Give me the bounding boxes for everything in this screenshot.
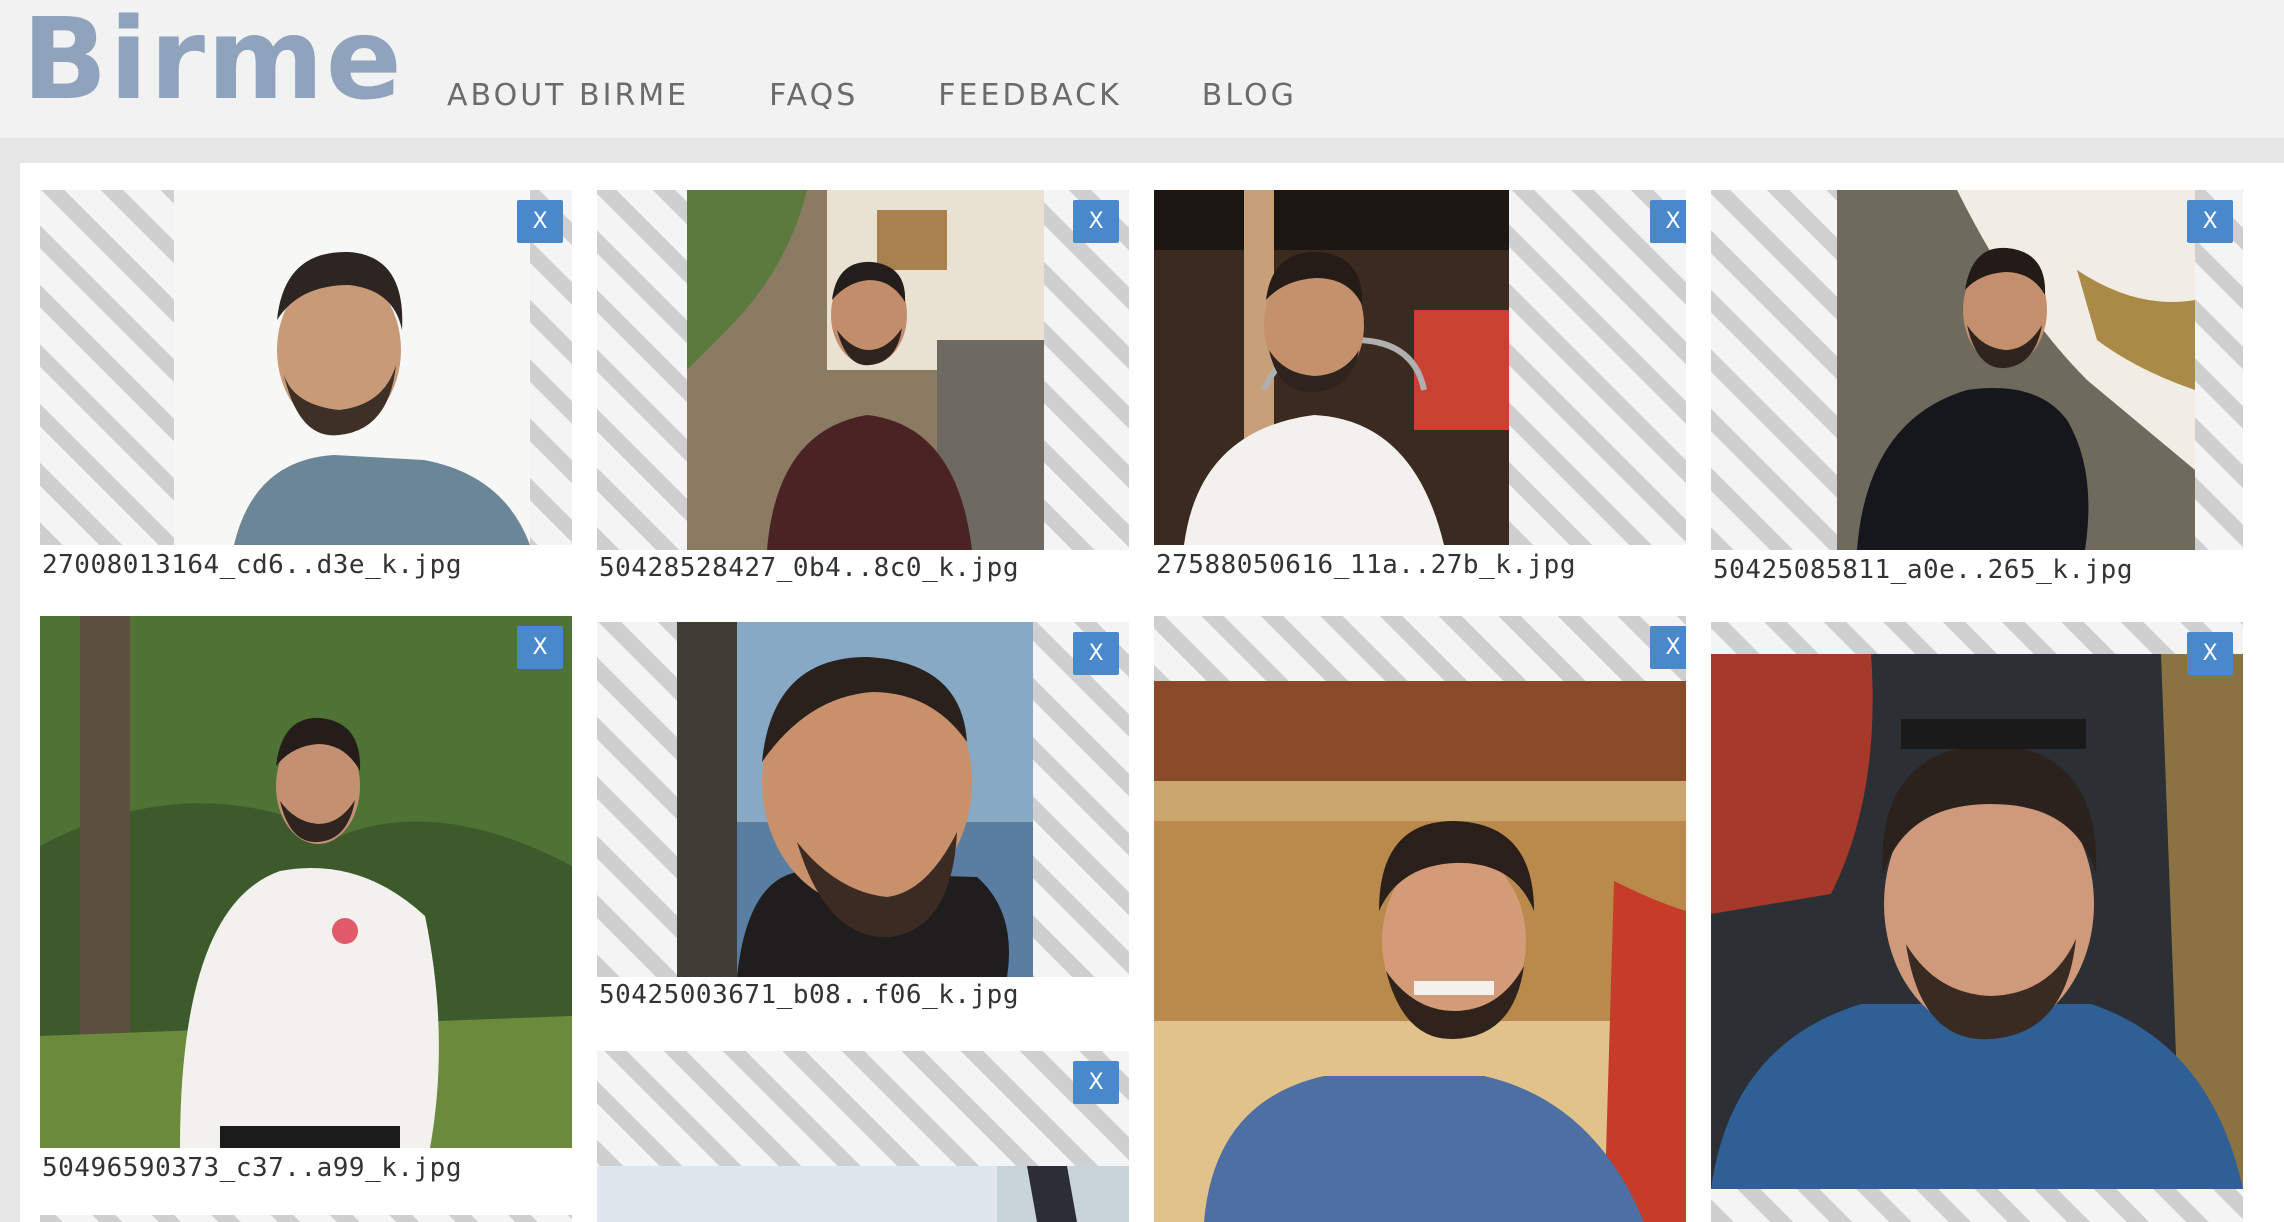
image-card: X 27588050616_11a..27b_k.jpg xyxy=(1154,190,1686,600)
image-filename: 50496590373_c37..a99_k.jpg xyxy=(42,1153,462,1183)
image-card: X 27008013164_cd6..d3e_k.jpg xyxy=(40,190,572,600)
image-thumbnail: X xyxy=(40,190,572,545)
image-thumbnail: X xyxy=(597,622,1129,977)
image-card: X 50425085811_a0e..265_k.jpg xyxy=(1711,190,2243,600)
header: Birme ABOUT BIRME FAQS FEEDBACK BLOG xyxy=(0,0,2284,138)
image-card: X xyxy=(597,1051,1129,1222)
image-filename: 50425003671_b08..f06_k.jpg xyxy=(599,980,1019,1010)
portrait-photo xyxy=(1837,190,2195,550)
remove-image-button[interactable]: X xyxy=(1650,626,1686,669)
image-card: X 50425003671_b08..f06_k.jpg xyxy=(597,622,1129,1022)
nav-blog[interactable]: BLOG xyxy=(1202,78,1297,113)
nav-feedback[interactable]: FEEDBACK xyxy=(938,78,1121,113)
remove-image-button[interactable]: X xyxy=(517,626,563,669)
image-card: X 50428528427_0b4..8c0_k.jpg xyxy=(597,190,1129,600)
portrait-photo xyxy=(687,190,1044,550)
image-filename: 50428528427_0b4..8c0_k.jpg xyxy=(599,553,1019,583)
portrait-photo xyxy=(1154,681,1686,1222)
portrait-photo xyxy=(174,190,530,545)
image-card: X 50496590373_c37..a99_k.jpg xyxy=(40,616,572,1183)
image-filename: 50425085811_a0e..265_k.jpg xyxy=(1713,555,2133,585)
image-thumbnail: X xyxy=(597,1051,1129,1222)
remove-image-button[interactable]: X xyxy=(1073,200,1119,243)
portrait-photo xyxy=(677,622,1033,977)
image-card xyxy=(40,1215,572,1222)
image-thumbnail: X xyxy=(1154,190,1686,545)
image-filename: 27588050616_11a..27b_k.jpg xyxy=(1156,550,1576,580)
main-nav: ABOUT BIRME FAQS FEEDBACK BLOG xyxy=(447,78,1377,113)
birme-logo[interactable]: Birme xyxy=(22,4,404,116)
portrait-photo xyxy=(597,1166,1129,1222)
remove-image-button[interactable]: X xyxy=(2187,632,2233,675)
remove-image-button[interactable]: X xyxy=(1073,632,1119,675)
portrait-photo xyxy=(40,616,572,1148)
nav-faqs[interactable]: FAQS xyxy=(769,78,858,113)
image-thumbnail: X xyxy=(1711,622,2243,1222)
image-thumbnail xyxy=(40,1215,572,1222)
image-thumbnail: X xyxy=(1154,616,1686,1222)
image-thumbnail: X xyxy=(597,190,1129,550)
remove-image-button[interactable]: X xyxy=(1650,200,1686,243)
image-card: X xyxy=(1711,622,2243,1222)
remove-image-button[interactable]: X xyxy=(2187,200,2233,243)
image-card: X xyxy=(1154,616,1686,1222)
remove-image-button[interactable]: X xyxy=(1073,1061,1119,1104)
remove-image-button[interactable]: X xyxy=(517,200,563,243)
portrait-photo xyxy=(1711,654,2243,1189)
image-gallery: X 27008013164_cd6..d3e_k.jpg X 504285284… xyxy=(20,163,2284,1222)
image-filename: 27008013164_cd6..d3e_k.jpg xyxy=(42,550,462,580)
image-thumbnail: X xyxy=(1711,190,2243,550)
nav-about-birme[interactable]: ABOUT BIRME xyxy=(447,78,689,113)
image-thumbnail: X xyxy=(40,616,572,1148)
portrait-photo xyxy=(1154,190,1509,545)
